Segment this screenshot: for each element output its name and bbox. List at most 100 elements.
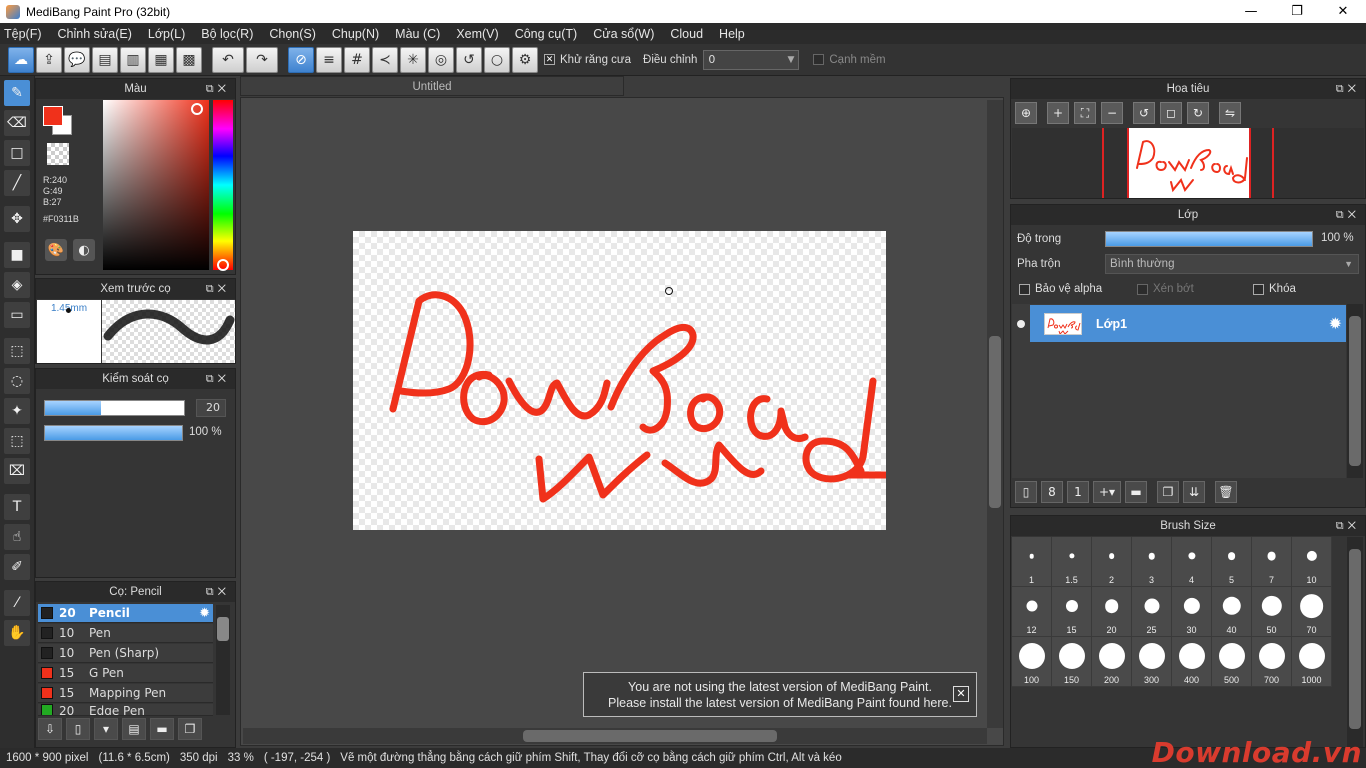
no-snap-icon[interactable]: ⊘ <box>288 46 314 73</box>
brush-tool-icon[interactable]: ✎ <box>4 80 30 106</box>
new-layer-icon[interactable]: ▯ <box>1015 481 1037 503</box>
visibility-icon[interactable] <box>1012 305 1030 342</box>
brush-item[interactable]: 20 Pencil ✹ <box>38 604 213 623</box>
zoom-in-icon[interactable]: + <box>1047 102 1069 124</box>
layer-list-scrollbar[interactable] <box>1347 304 1363 478</box>
panel-popout-close-icons[interactable]: ⧉✕ <box>1336 205 1360 225</box>
add-layer-menu-icon[interactable]: +▾ <box>1093 481 1121 503</box>
maximize-button[interactable]: ❐ <box>1274 0 1320 23</box>
saturation-value-picker[interactable] <box>103 100 209 270</box>
palette-icon[interactable]: 🎨 <box>45 239 67 261</box>
curve-snap-icon[interactable]: ↺ <box>456 46 482 73</box>
panel-popout-close-icons[interactable]: ⧉✕ <box>1336 79 1360 99</box>
menu-color[interactable]: Màu (C) <box>395 27 440 41</box>
flip-horizontal-icon[interactable]: ⇋ <box>1219 102 1241 124</box>
panel-popout-close-icons[interactable]: ⧉✕ <box>206 279 230 299</box>
cloud-download-icon[interactable]: ⇩ <box>38 718 62 740</box>
foreground-color-swatch[interactable] <box>43 106 63 126</box>
canvas-horizontal-scrollbar[interactable] <box>243 728 987 744</box>
update-notice[interactable]: You are not using the latest version of … <box>583 672 977 717</box>
brush-size-scrollbar[interactable] <box>1347 537 1363 747</box>
operation-tool-icon[interactable]: ☝ <box>4 524 30 550</box>
eraser-tool-icon[interactable]: ⌫ <box>4 110 30 136</box>
brush-size-input[interactable]: 20 <box>196 399 226 417</box>
menu-filter[interactable]: Bộ lọc(R) <box>201 27 253 41</box>
comment-icon[interactable]: ▤ <box>92 46 118 73</box>
brush-size-cell[interactable]: 50 <box>1252 587 1292 637</box>
blur-tool-icon[interactable]: ╱ <box>4 170 30 196</box>
select-eraser-tool-icon[interactable]: ⌧ <box>4 458 30 484</box>
brush-item[interactable]: 20 Edge Pen <box>38 704 213 716</box>
select-pen-tool-icon[interactable]: ⬚ <box>4 428 30 454</box>
merge-layer-icon[interactable]: ⇊ <box>1183 481 1205 503</box>
menu-layer[interactable]: Lớp(L) <box>148 27 185 41</box>
navigator-view[interactable] <box>1012 128 1364 198</box>
fill-shape-tool-icon[interactable]: ■ <box>4 242 30 268</box>
divide-tool-icon[interactable]: ✐ <box>4 554 30 580</box>
new-1bit-layer-icon[interactable]: 1 <box>1067 481 1089 503</box>
cloud-icon[interactable]: ☁ <box>8 46 34 73</box>
close-icon[interactable]: ✕ <box>953 686 969 702</box>
brush-size-cell[interactable]: 400 <box>1172 637 1212 687</box>
zoom-actual-icon[interactable]: ⊕ <box>1015 102 1037 124</box>
palette-add-icon[interactable]: ◐ <box>73 239 95 261</box>
menu-window[interactable]: Cửa sổ(W) <box>593 27 654 41</box>
magic-wand-tool-icon[interactable]: ✦ <box>4 398 30 424</box>
brush-size-cell[interactable]: 3 <box>1132 537 1172 587</box>
brush-item[interactable]: 15 Mapping Pen <box>38 684 213 703</box>
grid-layout-icon[interactable]: ▩ <box>176 46 202 73</box>
brush-size-cell[interactable]: 700 <box>1252 637 1292 687</box>
rotate-right-icon[interactable]: ↻ <box>1187 102 1209 124</box>
gear-icon[interactable]: ✹ <box>199 606 210 621</box>
menu-help[interactable]: Help <box>719 27 745 41</box>
canvas-area[interactable]: You are not using the latest version of … <box>240 97 1004 746</box>
folder-icon[interactable]: ▬ <box>1125 481 1147 503</box>
antialias-checkbox[interactable]: ✕ Khử răng cưa <box>544 54 631 66</box>
brush-size-cell[interactable]: 5 <box>1212 537 1252 587</box>
clipping-checkbox[interactable]: Xén bớt <box>1137 283 1194 295</box>
update-notice-line2[interactable]: Please install the latest version of Med… <box>584 695 976 711</box>
concentric-snap-icon[interactable]: ◎ <box>428 46 454 73</box>
perspective-snap-icon[interactable]: ≺ <box>372 46 398 73</box>
bucket-tool-icon[interactable]: ◈ <box>4 272 30 298</box>
transparent-swatch[interactable] <box>47 143 69 165</box>
circle-snap-icon[interactable]: ○ <box>484 46 510 73</box>
folder-icon[interactable]: ▬ <box>150 718 174 740</box>
panel-popout-close-icons[interactable]: ⧉✕ <box>206 369 230 389</box>
share-icon[interactable]: ⇪ <box>36 46 62 73</box>
layer-row[interactable]: Lớp1 ✹ <box>1012 305 1346 342</box>
document-tab[interactable]: Untitled <box>240 76 624 96</box>
menu-select[interactable]: Chọn(S) <box>269 27 316 41</box>
fit-screen-icon[interactable]: ⛶ <box>1074 102 1096 124</box>
radial-snap-icon[interactable]: ✳ <box>400 46 426 73</box>
brush-size-cell[interactable]: 20 <box>1092 587 1132 637</box>
rotate-reset-icon[interactable]: ◻ <box>1160 102 1182 124</box>
duplicate-icon[interactable]: ❐ <box>178 718 202 740</box>
zoom-out-icon[interactable]: − <box>1101 102 1123 124</box>
hue-cursor[interactable] <box>217 259 229 271</box>
menu-cloud[interactable]: Cloud <box>670 27 703 41</box>
brush-size-cell[interactable]: 300 <box>1132 637 1172 687</box>
new-brush-icon[interactable]: ▯ <box>66 718 90 740</box>
brush-size-slider[interactable] <box>44 400 185 416</box>
menu-edit[interactable]: Chỉnh sửa(E) <box>58 27 132 41</box>
brush-size-cell[interactable]: 100 <box>1012 637 1052 687</box>
gear-icon[interactable]: ✹ <box>1329 314 1342 333</box>
grid-snap-icon[interactable]: # <box>344 46 370 73</box>
brush-item[interactable]: 10 Pen <box>38 624 213 643</box>
layer-opacity-slider[interactable] <box>1105 231 1313 247</box>
duplicate-layer-icon[interactable]: ❐ <box>1157 481 1179 503</box>
panel-popout-close-icons[interactable]: ⧉✕ <box>1336 516 1360 536</box>
brush-item[interactable]: 15 G Pen <box>38 664 213 683</box>
dot-tool-icon[interactable]: □ <box>4 140 30 166</box>
hue-slider[interactable] <box>213 100 233 270</box>
panel-popout-close-icons[interactable]: ⧉✕ <box>206 79 230 99</box>
minimize-button[interactable]: — <box>1228 0 1274 23</box>
brush-size-cell[interactable]: 1000 <box>1292 637 1332 687</box>
color-picker-cursor[interactable] <box>191 103 203 115</box>
gear-icon[interactable]: ⚙ <box>512 46 538 73</box>
brush-settings-icon[interactable]: ▤ <box>122 718 146 740</box>
text-tool-icon[interactable]: T <box>4 494 30 520</box>
brush-size-cell[interactable]: 1 <box>1012 537 1052 587</box>
eyedropper-tool-icon[interactable]: ⁄ <box>4 590 30 616</box>
